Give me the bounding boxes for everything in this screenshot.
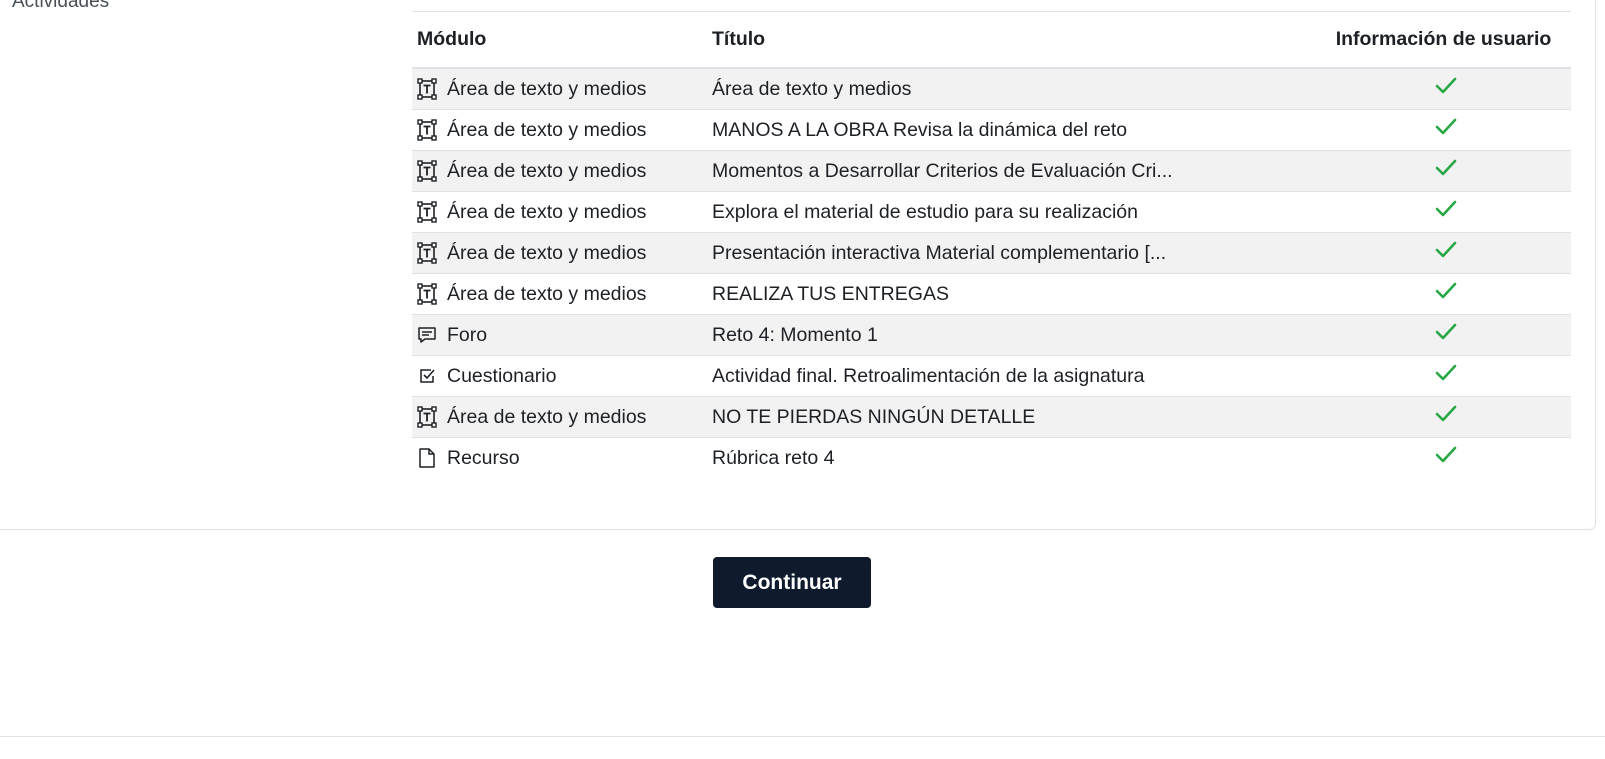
check-icon <box>1435 405 1457 429</box>
text-media-icon <box>417 283 437 305</box>
text-media-icon <box>417 119 437 141</box>
module-name: Área de texto y medios <box>447 200 647 223</box>
module-name: Recurso <box>447 446 520 469</box>
title-cell: Presentación interactiva Material comple… <box>707 232 1316 274</box>
table-row: Área de texto y medios REALIZA TUS ENTREG… <box>412 273 1571 315</box>
module-cell: Área de texto y medios <box>412 191 707 233</box>
table-row: Área de texto y medios Presentación inter… <box>412 232 1571 274</box>
activities-table-wrapper: Módulo Título Información de usuario Áre… <box>412 11 1571 478</box>
module-name: Área de texto y medios <box>447 241 647 264</box>
module-name: Foro <box>447 323 488 346</box>
table-row: Área de texto y medios Momentos a Desarro… <box>412 150 1571 192</box>
module-name: Área de texto y medios <box>447 282 647 305</box>
module-name: Área de texto y medios <box>447 405 647 428</box>
check-icon <box>1435 200 1457 224</box>
title-cell: Actividad final. Retroalimentación de la… <box>707 355 1316 397</box>
table-row: Área de texto y medios MANOS A LA OBRA Re… <box>412 109 1571 151</box>
check-icon <box>1435 446 1457 470</box>
user-info-cell <box>1316 68 1571 110</box>
activities-card: Actividades Módulo Título Información de… <box>0 0 1596 530</box>
table-row: Área de texto y medios Explora el materia… <box>412 191 1571 233</box>
module-cell: Área de texto y medios <box>412 396 707 438</box>
title-cell: MANOS A LA OBRA Revisa la dinámica del r… <box>707 109 1316 151</box>
header-module: Módulo <box>412 12 707 69</box>
module-cell: Recurso <box>412 438 707 479</box>
user-info-cell <box>1316 191 1571 233</box>
user-info-cell <box>1316 232 1571 274</box>
user-info-cell <box>1316 438 1571 479</box>
title-cell: REALIZA TUS ENTREGAS <box>707 273 1316 315</box>
check-icon <box>1435 241 1457 265</box>
quiz-icon <box>417 365 437 387</box>
module-name: Cuestionario <box>447 364 557 387</box>
table-row: Recurso Rúbrica reto 4 <box>412 438 1571 479</box>
user-info-cell <box>1316 396 1571 438</box>
check-icon <box>1435 364 1457 388</box>
title-cell: Momentos a Desarrollar Criterios de Eval… <box>707 150 1316 192</box>
footer-divider <box>0 736 1605 737</box>
table-row: Foro Reto 4: Momento 1 <box>412 314 1571 356</box>
module-cell: Área de texto y medios <box>412 68 707 110</box>
module-name: Área de texto y medios <box>447 77 647 100</box>
title-cell: Área de texto y medios <box>707 68 1316 110</box>
table-row: Cuestionario Actividad final. Retroalimen… <box>412 355 1571 397</box>
user-info-cell <box>1316 150 1571 192</box>
module-cell: Área de texto y medios <box>412 109 707 151</box>
module-cell: Área de texto y medios <box>412 273 707 315</box>
title-cell: Reto 4: Momento 1 <box>707 314 1316 356</box>
module-cell: Foro <box>412 314 707 356</box>
user-info-cell <box>1316 273 1571 315</box>
module-cell: Cuestionario <box>412 355 707 397</box>
header-title: Título <box>707 12 1316 69</box>
activities-table: Módulo Título Información de usuario Áre… <box>412 12 1571 478</box>
title-cell: NO TE PIERDAS NINGÚN DETALLE <box>707 396 1316 438</box>
check-icon <box>1435 77 1457 101</box>
header-user-info: Información de usuario <box>1316 12 1571 69</box>
title-cell: Explora el material de estudio para su r… <box>707 191 1316 233</box>
text-media-icon <box>417 406 437 428</box>
user-info-cell <box>1316 109 1571 151</box>
forum-icon <box>417 324 437 346</box>
table-header-row: Módulo Título Información de usuario <box>412 12 1571 69</box>
text-media-icon <box>417 242 437 264</box>
module-name: Área de texto y medios <box>447 118 647 141</box>
text-media-icon <box>417 160 437 182</box>
table-row: Área de texto y medios Área de texto y me… <box>412 68 1571 110</box>
resource-icon <box>417 447 437 469</box>
check-icon <box>1435 282 1457 306</box>
text-media-icon <box>417 201 437 223</box>
user-info-cell <box>1316 355 1571 397</box>
section-title: Actividades <box>12 0 110 12</box>
check-icon <box>1435 323 1457 347</box>
text-media-icon <box>417 78 437 100</box>
continue-button[interactable]: Continuar <box>713 557 871 608</box>
module-cell: Área de texto y medios <box>412 150 707 192</box>
check-icon <box>1435 159 1457 183</box>
table-row: Área de texto y medios NO TE PIERDAS NING… <box>412 396 1571 438</box>
module-name: Área de texto y medios <box>447 159 647 182</box>
check-icon <box>1435 118 1457 142</box>
module-cell: Área de texto y medios <box>412 232 707 274</box>
user-info-cell <box>1316 314 1571 356</box>
title-cell: Rúbrica reto 4 <box>712 446 835 469</box>
